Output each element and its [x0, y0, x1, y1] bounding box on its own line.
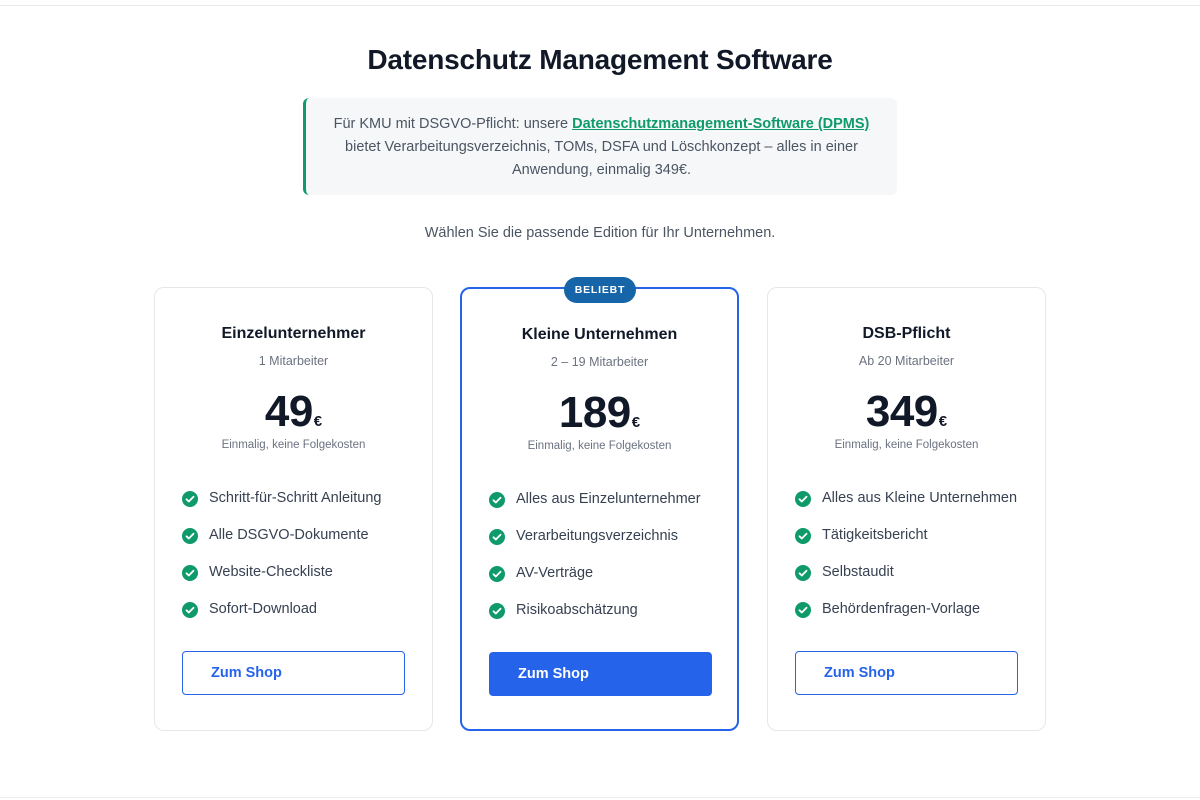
feature-label: Website-Checkliste: [209, 564, 333, 580]
check-circle-icon: [182, 528, 198, 544]
feature-item: Behördenfragen-Vorlage: [795, 601, 1017, 638]
plan-employees: Ab 20 Mitarbeiter: [858, 354, 955, 368]
shop-button[interactable]: Zum Shop: [489, 652, 712, 696]
check-circle-icon: [489, 492, 505, 508]
feature-label: Schritt-für-Schritt Anleitung: [209, 490, 382, 506]
plan-employees: 1 Mitarbeiter: [258, 354, 329, 368]
feature-item: Selbstaudit: [795, 564, 1017, 601]
feature-label: AV-Verträge: [516, 565, 594, 581]
intro-callout: Für KMU mit DSGVO-Pflicht: unsere Datens…: [303, 98, 897, 195]
check-circle-icon: [489, 566, 505, 582]
plan-price: 349€: [768, 387, 1045, 437]
price-currency: €: [938, 413, 948, 430]
feature-item: Alle DSGVO-Dokumente: [182, 527, 381, 564]
plan-name: Einzelunternehmer: [221, 325, 366, 342]
plan-card-kleine-unternehmen: BELIEBT Kleine Unternehmen 2 – 19 Mitarb…: [460, 277, 739, 731]
feature-item: Tätigkeitsbericht: [795, 527, 1017, 564]
feature-item: Sofort-Download: [182, 601, 381, 638]
price-note: Einmalig, keine Folgekosten: [834, 439, 979, 451]
price-amount: 349: [865, 387, 938, 436]
section-subtitle: Wählen Sie die passende Edition für Ihr …: [424, 225, 776, 241]
feature-label: Alle DSGVO-Dokumente: [209, 527, 369, 543]
feature-label: Sofort-Download: [209, 601, 317, 617]
feature-item: Risikoabschätzung: [489, 602, 701, 639]
plan-card-dsb-pflicht: DSB-Pflicht Ab 20 Mitarbeiter 349€ Einma…: [767, 287, 1046, 731]
feature-list: Alles aus Kleine Unternehmen Tätigkeitsb…: [795, 490, 1017, 638]
feature-item: Verarbeitungsverzeichnis: [489, 528, 701, 565]
intro-text-before: Für KMU mit DSGVO-Pflicht: unsere: [333, 116, 573, 132]
feature-item: Website-Checkliste: [182, 564, 381, 601]
feature-label: Behördenfragen-Vorlage: [822, 601, 981, 617]
feature-label: Alles aus Kleine Unternehmen: [822, 490, 1018, 506]
feature-label: Selbstaudit: [822, 564, 894, 580]
check-circle-icon: [795, 491, 811, 507]
plan-price: 189€: [462, 388, 737, 438]
price-note: Einmalig, keine Folgekosten: [221, 439, 366, 451]
feature-item: Alles aus Kleine Unternehmen: [795, 490, 1017, 527]
page-title: Datenschutz Management Software: [367, 44, 833, 75]
feature-label: Risikoabschätzung: [516, 602, 638, 618]
dpms-link[interactable]: Datenschutzmanagement-Software (DPMS): [572, 116, 869, 132]
feature-item: Alles aus Einzelunternehmer: [489, 491, 701, 528]
price-currency: €: [313, 413, 323, 430]
check-circle-icon: [182, 565, 198, 581]
price-amount: 49: [264, 387, 313, 436]
feature-item: Schritt-für-Schritt Anleitung: [182, 490, 381, 527]
feature-item: AV-Verträge: [489, 565, 701, 602]
feature-list: Schritt-für-Schritt Anleitung Alle DSGVO…: [182, 490, 381, 638]
feature-label: Alles aus Einzelunternehmer: [516, 491, 701, 507]
price-note: Einmalig, keine Folgekosten: [527, 440, 672, 452]
check-circle-icon: [795, 602, 811, 618]
bottom-divider: [0, 797, 1200, 798]
check-circle-icon: [795, 528, 811, 544]
price-amount: 189: [558, 388, 631, 437]
plan-price: 49€: [155, 387, 432, 437]
feature-label: Tätigkeitsbericht: [822, 527, 928, 543]
check-circle-icon: [182, 602, 198, 618]
price-currency: €: [631, 414, 641, 431]
check-circle-icon: [182, 491, 198, 507]
feature-label: Verarbeitungsverzeichnis: [516, 528, 679, 544]
plan-name: Kleine Unternehmen: [521, 326, 678, 343]
shop-button[interactable]: Zum Shop: [795, 651, 1018, 695]
intro-text-after: bietet Verarbeitungsverzeichnis, TOMs, D…: [345, 139, 858, 178]
plan-employees: 2 – 19 Mitarbeiter: [550, 355, 649, 369]
check-circle-icon: [489, 603, 505, 619]
feature-list: Alles aus Einzelunternehmer Verarbeitung…: [489, 491, 701, 639]
check-circle-icon: [795, 565, 811, 581]
plan-card-einzelunternehmer: Einzelunternehmer 1 Mitarbeiter 49€ Einm…: [154, 287, 433, 731]
check-circle-icon: [489, 529, 505, 545]
popular-badge: BELIEBT: [564, 277, 636, 303]
shop-button[interactable]: Zum Shop: [182, 651, 405, 695]
plan-name: DSB-Pflicht: [862, 325, 951, 342]
top-divider: [0, 5, 1200, 6]
